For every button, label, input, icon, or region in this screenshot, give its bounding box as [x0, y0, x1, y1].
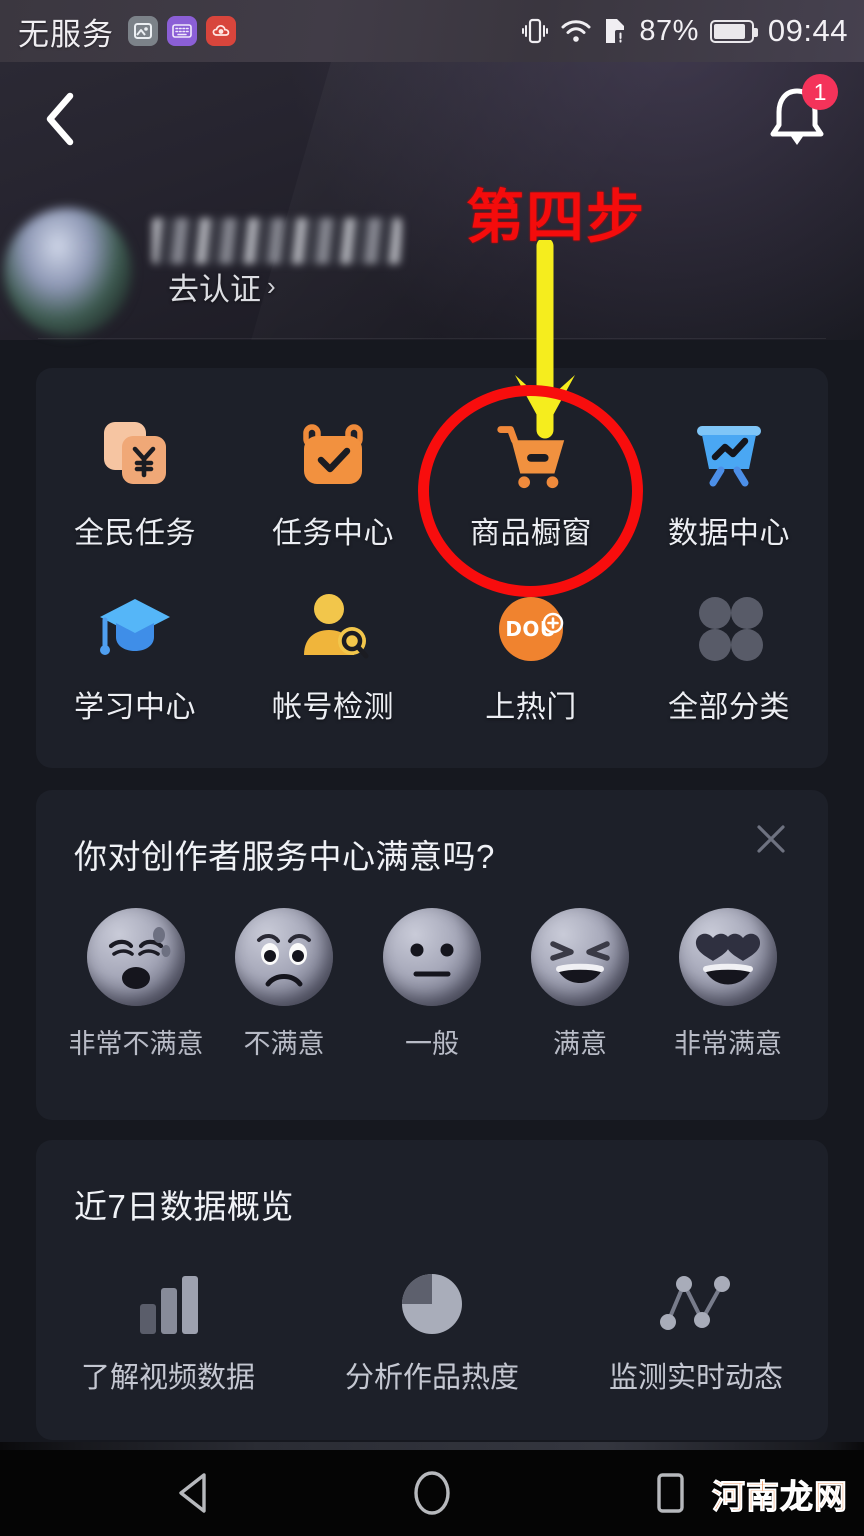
- survey-option-label: 一般: [405, 1029, 459, 1059]
- watermark-char: 南: [746, 1477, 780, 1517]
- grid-item-label: 帐号检测: [272, 691, 394, 724]
- grid-row-2: 学习中心 帐号检测 DOU 上热门 全部分类: [36, 586, 828, 726]
- header-divider: [38, 338, 826, 339]
- shopping-cart-icon: [490, 412, 572, 494]
- survey-option-label: 非常不满意: [68, 1029, 204, 1059]
- status-bar: 无服务 87% 09:44: [0, 0, 864, 62]
- data-item-video-data[interactable]: 了解视频数据: [36, 1262, 300, 1396]
- status-bar-right: 87% 09:44: [522, 13, 848, 49]
- notification-badge: 1: [802, 74, 838, 110]
- verify-link[interactable]: 去认证 ›: [168, 264, 276, 309]
- account-search-icon: [292, 586, 374, 668]
- nav-home-circle-icon: [414, 1471, 450, 1515]
- survey-option-label: 满意: [553, 1029, 607, 1059]
- grid-item-label: 商品橱窗: [470, 517, 592, 550]
- task-check-icon: [292, 412, 374, 494]
- grid-dots-icon: [688, 586, 770, 668]
- grid-row-1: 全民任务 任务中心 商品橱窗 数据中心: [36, 412, 828, 552]
- data-overview-card: 近7日数据概览 了解视频数据 分析作品热度 监测实时动态: [36, 1140, 828, 1440]
- data-item-realtime[interactable]: 监测实时动态: [564, 1262, 828, 1396]
- face-very-dissatisfied: [87, 908, 185, 1006]
- nav-recents-button[interactable]: [635, 1458, 705, 1528]
- dou-plus-icon: DOU: [490, 586, 572, 668]
- nav-top-divider: [0, 1442, 864, 1450]
- grid-item-zhanghao-jiance[interactable]: 帐号检测: [234, 586, 432, 726]
- watermark: 河 南 龙 网: [712, 1470, 848, 1518]
- grid-item-label: 上热门: [485, 691, 577, 724]
- survey-option-label: 不满意: [243, 1029, 325, 1059]
- survey-close-button[interactable]: [748, 816, 794, 862]
- data-item-label: 监测实时动态: [608, 1362, 783, 1394]
- screenshot-icon: [128, 16, 158, 46]
- phone-screen: 1 去认证 › 全民任务 任务中心 商品橱窗 数据中心 学习中心 帐号检测 DO…: [0, 0, 864, 1536]
- survey-option-very-dissatisfied[interactable]: 非常不满意: [62, 908, 210, 1061]
- data-overview-items: 了解视频数据 分析作品热度 监测实时动态: [36, 1262, 828, 1396]
- grid-item-renwu-zhongxin[interactable]: 任务中心: [234, 412, 432, 552]
- line-chart-icon: [656, 1262, 736, 1342]
- survey-option-dissatisfied[interactable]: 不满意: [210, 908, 358, 1061]
- grid-item-quanbu-fenlei[interactable]: 全部分类: [630, 586, 828, 726]
- grid-item-label: 数据中心: [668, 517, 790, 550]
- face-dissatisfied: [235, 908, 333, 1006]
- back-button[interactable]: [28, 88, 90, 150]
- back-chevron-icon: [46, 92, 74, 146]
- grid-item-label: 全部分类: [668, 691, 790, 724]
- grid-item-label: 全民任务: [74, 517, 196, 550]
- battery-percent: 87%: [639, 14, 699, 47]
- main-content: 全民任务 任务中心 商品橱窗 数据中心 学习中心 帐号检测 DOU 上热门 全部…: [0, 340, 864, 1450]
- survey-option-very-satisfied[interactable]: 非常满意: [654, 908, 802, 1061]
- watermark-char: 龙: [780, 1477, 814, 1517]
- data-board-icon: [688, 412, 770, 494]
- grid-item-xuexi-zhongxin[interactable]: 学习中心: [36, 586, 234, 726]
- survey-option-label: 非常满意: [674, 1029, 782, 1059]
- grid-item-shangpin-chuchuang[interactable]: 商品橱窗: [432, 412, 630, 552]
- grid-item-shuju-zhongxin[interactable]: 数据中心: [630, 412, 828, 552]
- battery-icon: [709, 19, 758, 43]
- face-neutral: [383, 908, 481, 1006]
- survey-option-satisfied[interactable]: 满意: [506, 908, 654, 1061]
- nav-home-button[interactable]: [397, 1458, 467, 1528]
- yen-cards-icon: [94, 412, 176, 494]
- face-very-satisfied: [679, 908, 777, 1006]
- satisfaction-survey-card: 你对创作者服务中心满意吗? 非常不满意 不满意 一般 满意 非常满意: [36, 790, 828, 1120]
- bar-chart-icon: [128, 1262, 208, 1342]
- avatar[interactable]: [4, 208, 132, 336]
- status-bar-app-icons: [128, 16, 236, 46]
- carrier-label: 无服务: [18, 16, 114, 52]
- grid-item-shang-remen[interactable]: DOU 上热门: [432, 586, 630, 726]
- sim-alert-icon: [606, 19, 627, 44]
- grid-item-quanmin-renwu[interactable]: 全民任务: [36, 412, 234, 552]
- close-icon: [757, 825, 785, 853]
- nav-recents-square-icon: [657, 1473, 684, 1513]
- survey-options: 非常不满意 不满意 一般 满意 非常满意: [36, 908, 828, 1061]
- nav-back-button[interactable]: [159, 1458, 229, 1528]
- nav-back-triangle-icon: [179, 1473, 206, 1513]
- watermark-char: 河: [712, 1477, 746, 1517]
- data-item-label: 了解视频数据: [80, 1362, 255, 1394]
- keyboard-icon: [167, 16, 197, 46]
- clock: 09:44: [767, 13, 848, 48]
- wifi-icon: [561, 20, 591, 42]
- grid-item-label: 学习中心: [74, 691, 196, 724]
- face-satisfied: [531, 908, 629, 1006]
- shortcut-grid-card: 全民任务 任务中心 商品橱窗 数据中心 学习中心 帐号检测 DOU 上热门 全部…: [36, 368, 828, 768]
- data-item-label: 分析作品热度: [344, 1362, 519, 1394]
- survey-title: 你对创作者服务中心满意吗?: [74, 838, 495, 875]
- watermark-char: 网: [814, 1477, 848, 1517]
- username-blurred: [152, 218, 402, 264]
- verify-label: 去认证: [168, 272, 261, 307]
- graduation-cap-icon: [94, 586, 176, 668]
- pie-chart-icon: [392, 1262, 472, 1342]
- survey-option-neutral[interactable]: 一般: [358, 908, 506, 1061]
- chevron-right-icon: ›: [267, 271, 276, 301]
- data-item-work-popularity[interactable]: 分析作品热度: [300, 1262, 564, 1396]
- notification-button[interactable]: 1: [764, 74, 838, 154]
- cloud-icon: [206, 16, 236, 46]
- vibrate-icon: [522, 18, 549, 44]
- grid-item-label: 任务中心: [272, 517, 394, 550]
- data-overview-title: 近7日数据概览: [74, 1188, 294, 1225]
